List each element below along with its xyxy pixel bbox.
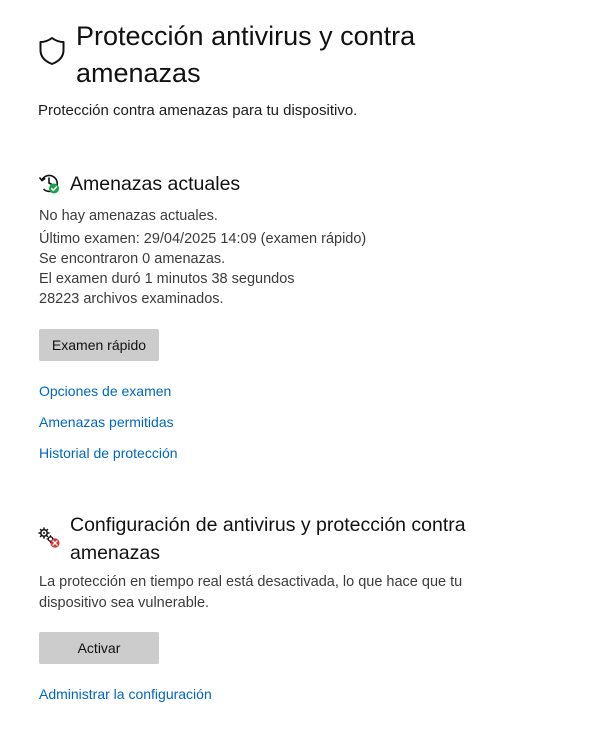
current-threats-header: Amenazas actuales xyxy=(38,170,240,198)
settings-header: Configuración de antivirus y protección … xyxy=(38,511,510,567)
files-scanned-text: 28223 archivos examinados. xyxy=(39,291,224,307)
settings-title: Configuración de antivirus y protección … xyxy=(70,514,466,564)
activate-button[interactable]: Activar xyxy=(39,632,159,664)
threats-found-text: Se encontraron 0 amenazas. xyxy=(39,251,226,267)
allowed-threats-link[interactable]: Amenazas permitidas xyxy=(39,414,174,430)
page-subtitle: Protección contra amenazas para tu dispo… xyxy=(38,102,358,119)
scan-duration-text: El examen duró 1 minutos 38 segundos xyxy=(39,271,295,287)
scan-options-link[interactable]: Opciones de examen xyxy=(39,383,171,399)
quick-scan-button[interactable]: Examen rápido xyxy=(39,329,159,361)
current-threats-title: Amenazas actuales xyxy=(70,173,241,195)
threat-status-text: No hay amenazas actuales. xyxy=(39,208,218,224)
protection-history-link[interactable]: Historial de protección xyxy=(39,445,178,461)
page-title: Protección antivirus y contra amenazas xyxy=(76,21,416,88)
realtime-warning-line1: La protección en tiempo real está desact… xyxy=(39,574,463,590)
clock-refresh-check-icon xyxy=(38,174,59,194)
realtime-warning-line2: dispositivo sea vulnerable. xyxy=(39,595,210,611)
shield-icon xyxy=(39,37,65,65)
manage-settings-link[interactable]: Administrar la configuración xyxy=(39,686,212,702)
gears-alert-icon xyxy=(38,527,60,548)
last-scan-text: Último examen: 29/04/2025 14:09 (examen … xyxy=(39,231,367,247)
